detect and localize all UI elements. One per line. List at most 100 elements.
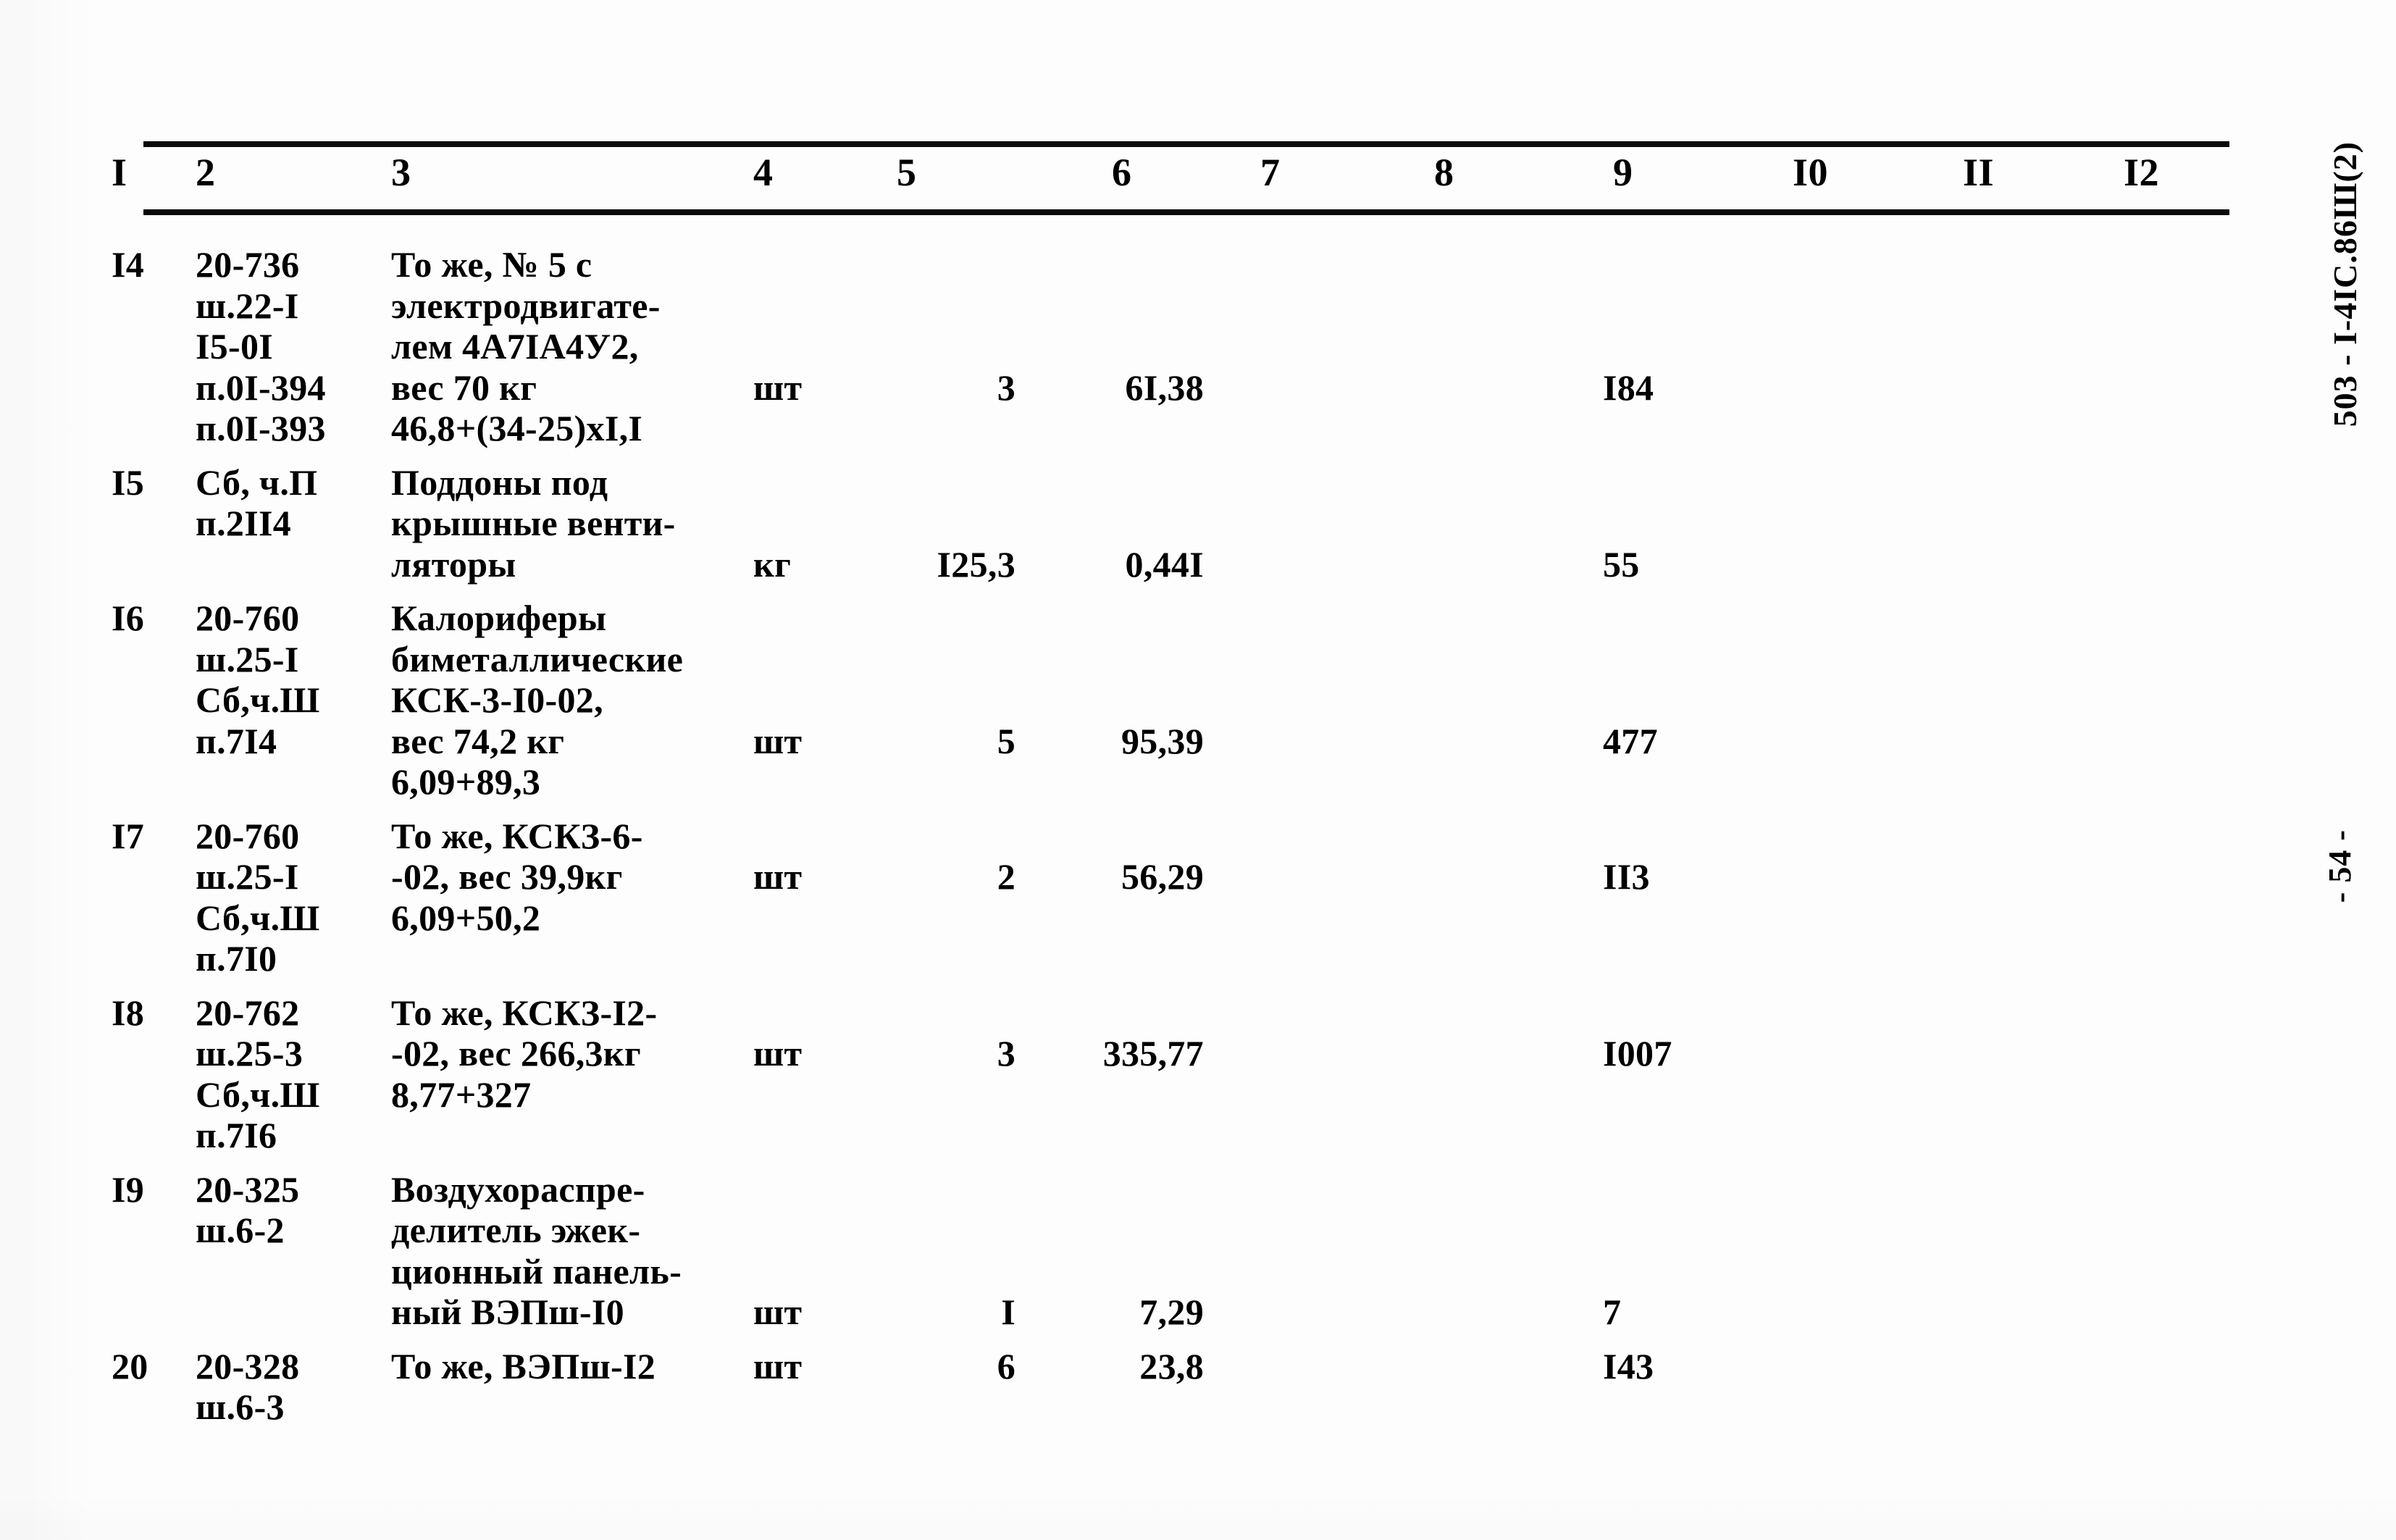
table-row: I7 20-760 ш.25-I Сб,ч.Ш п.7I0 То же, КСКЗ-… — [109, 816, 2231, 979]
column-7-cell — [1260, 816, 1412, 857]
unit-cost-cell: 23,8 — [1139, 1345, 1204, 1386]
total-cost-cell: I84 — [1603, 367, 1654, 408]
column-8-cell — [1412, 816, 1568, 857]
total-cost-cell: I007 — [1603, 1033, 1672, 1074]
column-11-cell — [1923, 598, 2086, 721]
column-header-5: 5 — [897, 151, 917, 194]
column-10-cell — [1756, 816, 1923, 857]
column-11-cell — [1923, 462, 2086, 544]
quantity-cell: 2 — [997, 856, 1015, 897]
description-cell: То же, ВЭПш-I2 — [391, 1345, 656, 1386]
unit-cost-cell: 95,39 — [1121, 720, 1204, 761]
column-8-cell — [1412, 598, 1568, 721]
table-row: I9 20-325 ш.6-2 Воздухораспре- делитель эж… — [109, 1169, 2231, 1333]
column-12-cell — [2086, 598, 2231, 721]
table-row: 20 20-328 ш.6-3 То же, ВЭПш-I2 шт 6 23,8 I43 — [109, 1346, 2231, 1428]
total-cost-cell: I43 — [1603, 1345, 1654, 1386]
unit-cell: шт — [753, 856, 803, 897]
description-cell: То же, КСКЗ-I2- -02, вес 266,3кг 8,77+32… — [391, 992, 658, 1115]
column-10-cell — [1756, 462, 1923, 544]
row-number: I5 — [112, 461, 145, 503]
unit-cell: кг — [753, 543, 792, 585]
unit-cell: шт — [753, 1033, 803, 1074]
column-11-cell — [1923, 816, 2086, 857]
code-cell: 20-760 ш.25-I Сб,ч.Ш п.7I0 — [196, 815, 320, 979]
column-7-cell — [1260, 1169, 1412, 1292]
column-8-cell — [1412, 244, 1568, 367]
column-header-2: 2 — [196, 151, 216, 194]
column-12-cell — [2086, 462, 2231, 544]
unit-cell: шт — [753, 720, 803, 761]
row-number: I4 — [112, 244, 145, 285]
column-header-6: 6 — [1112, 151, 1132, 194]
total-cost-cell: 7 — [1603, 1292, 1622, 1332]
column-12-cell — [2086, 816, 2231, 857]
description-cell: Поддоны под крышные венти- ляторы — [391, 461, 676, 585]
code-cell: 20-325 ш.6-2 — [196, 1168, 300, 1251]
code-cell: 20-328 ш.6-3 — [196, 1345, 300, 1428]
table-header-row: I 2 3 4 5 6 7 8 9 I0 II I2 — [109, 147, 2231, 209]
column-7-cell — [1260, 462, 1412, 544]
column-header-12: I2 — [2124, 151, 2160, 194]
unit-cost-cell: 56,29 — [1121, 856, 1204, 897]
quantity-cell: I — [1001, 1292, 1015, 1332]
table-top-rule — [143, 141, 2229, 147]
column-10-cell — [1756, 1169, 1923, 1292]
table-row: I5 Сб, ч.П п.2II4 Поддоны под крышные вент… — [109, 462, 2231, 585]
description-cell: То же, № 5 с электродвигате- лем 4А7IА4У… — [391, 244, 661, 448]
quantity-cell: 3 — [997, 367, 1015, 408]
table-row: I8 20-762 ш.25-3 Сб,ч.Ш п.7I6 То же, КСКЗ-… — [109, 992, 2231, 1156]
column-7-cell — [1260, 992, 1412, 1034]
column-10-cell — [1756, 992, 1923, 1034]
column-header-10: I0 — [1793, 151, 1829, 194]
code-cell: Сб, ч.П п.2II4 — [196, 461, 318, 544]
description-cell: Калориферы биметаллические КСК-3-I0-02, … — [391, 598, 684, 802]
quantity-cell: 3 — [997, 1033, 1015, 1074]
unit-cost-cell: 0,44I — [1125, 543, 1204, 585]
code-cell: 20-736 ш.22-I I5-0I п.0I-394 п.0I-393 — [196, 244, 326, 448]
column-11-cell — [1923, 244, 2086, 367]
table-row: I6 20-760 ш.25-I Сб,ч.Ш п.7I4 Калориферы б… — [109, 598, 2231, 803]
column-12-cell — [2086, 1169, 2231, 1292]
unit-cost-cell: 6I,38 — [1125, 367, 1204, 408]
row-number: I8 — [112, 992, 145, 1033]
column-7-cell — [1260, 598, 1412, 721]
description-cell: Воздухораспре- делитель эжек- ционный па… — [391, 1168, 682, 1333]
column-8-cell — [1412, 992, 1568, 1034]
unit-cell: шт — [753, 1292, 803, 1332]
row-number: I6 — [112, 598, 145, 638]
row-number: I7 — [112, 815, 145, 856]
row-number: 20 — [112, 1345, 148, 1386]
quantity-cell: I25,3 — [937, 543, 1015, 585]
column-header-9: 9 — [1613, 151, 1633, 194]
table-row: I4 20-736 ш.22-I I5-0I п.0I-394 п.0I-393 Т… — [109, 244, 2231, 449]
column-12-cell — [2086, 992, 2231, 1034]
total-cost-cell: II3 — [1603, 856, 1650, 897]
table-header-rule — [143, 209, 2229, 215]
total-cost-cell: 477 — [1603, 720, 1658, 761]
column-header-3: 3 — [391, 151, 411, 194]
column-10-cell — [1756, 598, 1923, 721]
quantity-cell: 5 — [997, 720, 1015, 761]
column-header-4: 4 — [753, 151, 774, 194]
column-header-7: 7 — [1260, 151, 1281, 194]
quantity-cell: 6 — [997, 1345, 1015, 1386]
column-12-cell — [2086, 244, 2231, 367]
column-11-cell — [1923, 1169, 2086, 1292]
specification-table: I 2 3 4 5 6 7 8 9 I0 II I2 I4 20-736 ш.22… — [109, 141, 2231, 1441]
column-10-cell — [1756, 244, 1923, 367]
column-7-cell — [1260, 244, 1412, 367]
column-header-8: 8 — [1434, 151, 1454, 194]
unit-cost-cell: 7,29 — [1139, 1292, 1204, 1332]
code-cell: 20-760 ш.25-I Сб,ч.Ш п.7I4 — [196, 598, 320, 761]
column-header-1: I — [112, 151, 127, 194]
page-number-vertical: - 54 - — [2322, 829, 2358, 903]
column-8-cell — [1412, 462, 1568, 544]
column-11-cell — [1923, 992, 2086, 1034]
unit-cost-cell: 335,77 — [1102, 1033, 1204, 1074]
unit-cell: шт — [753, 1345, 803, 1386]
total-cost-cell: 55 — [1603, 543, 1640, 585]
unit-cell: шт — [753, 367, 803, 408]
row-number: I9 — [112, 1168, 145, 1210]
document-code-vertical: 503 - I-4IC.86Ш(2) — [2326, 141, 2363, 427]
